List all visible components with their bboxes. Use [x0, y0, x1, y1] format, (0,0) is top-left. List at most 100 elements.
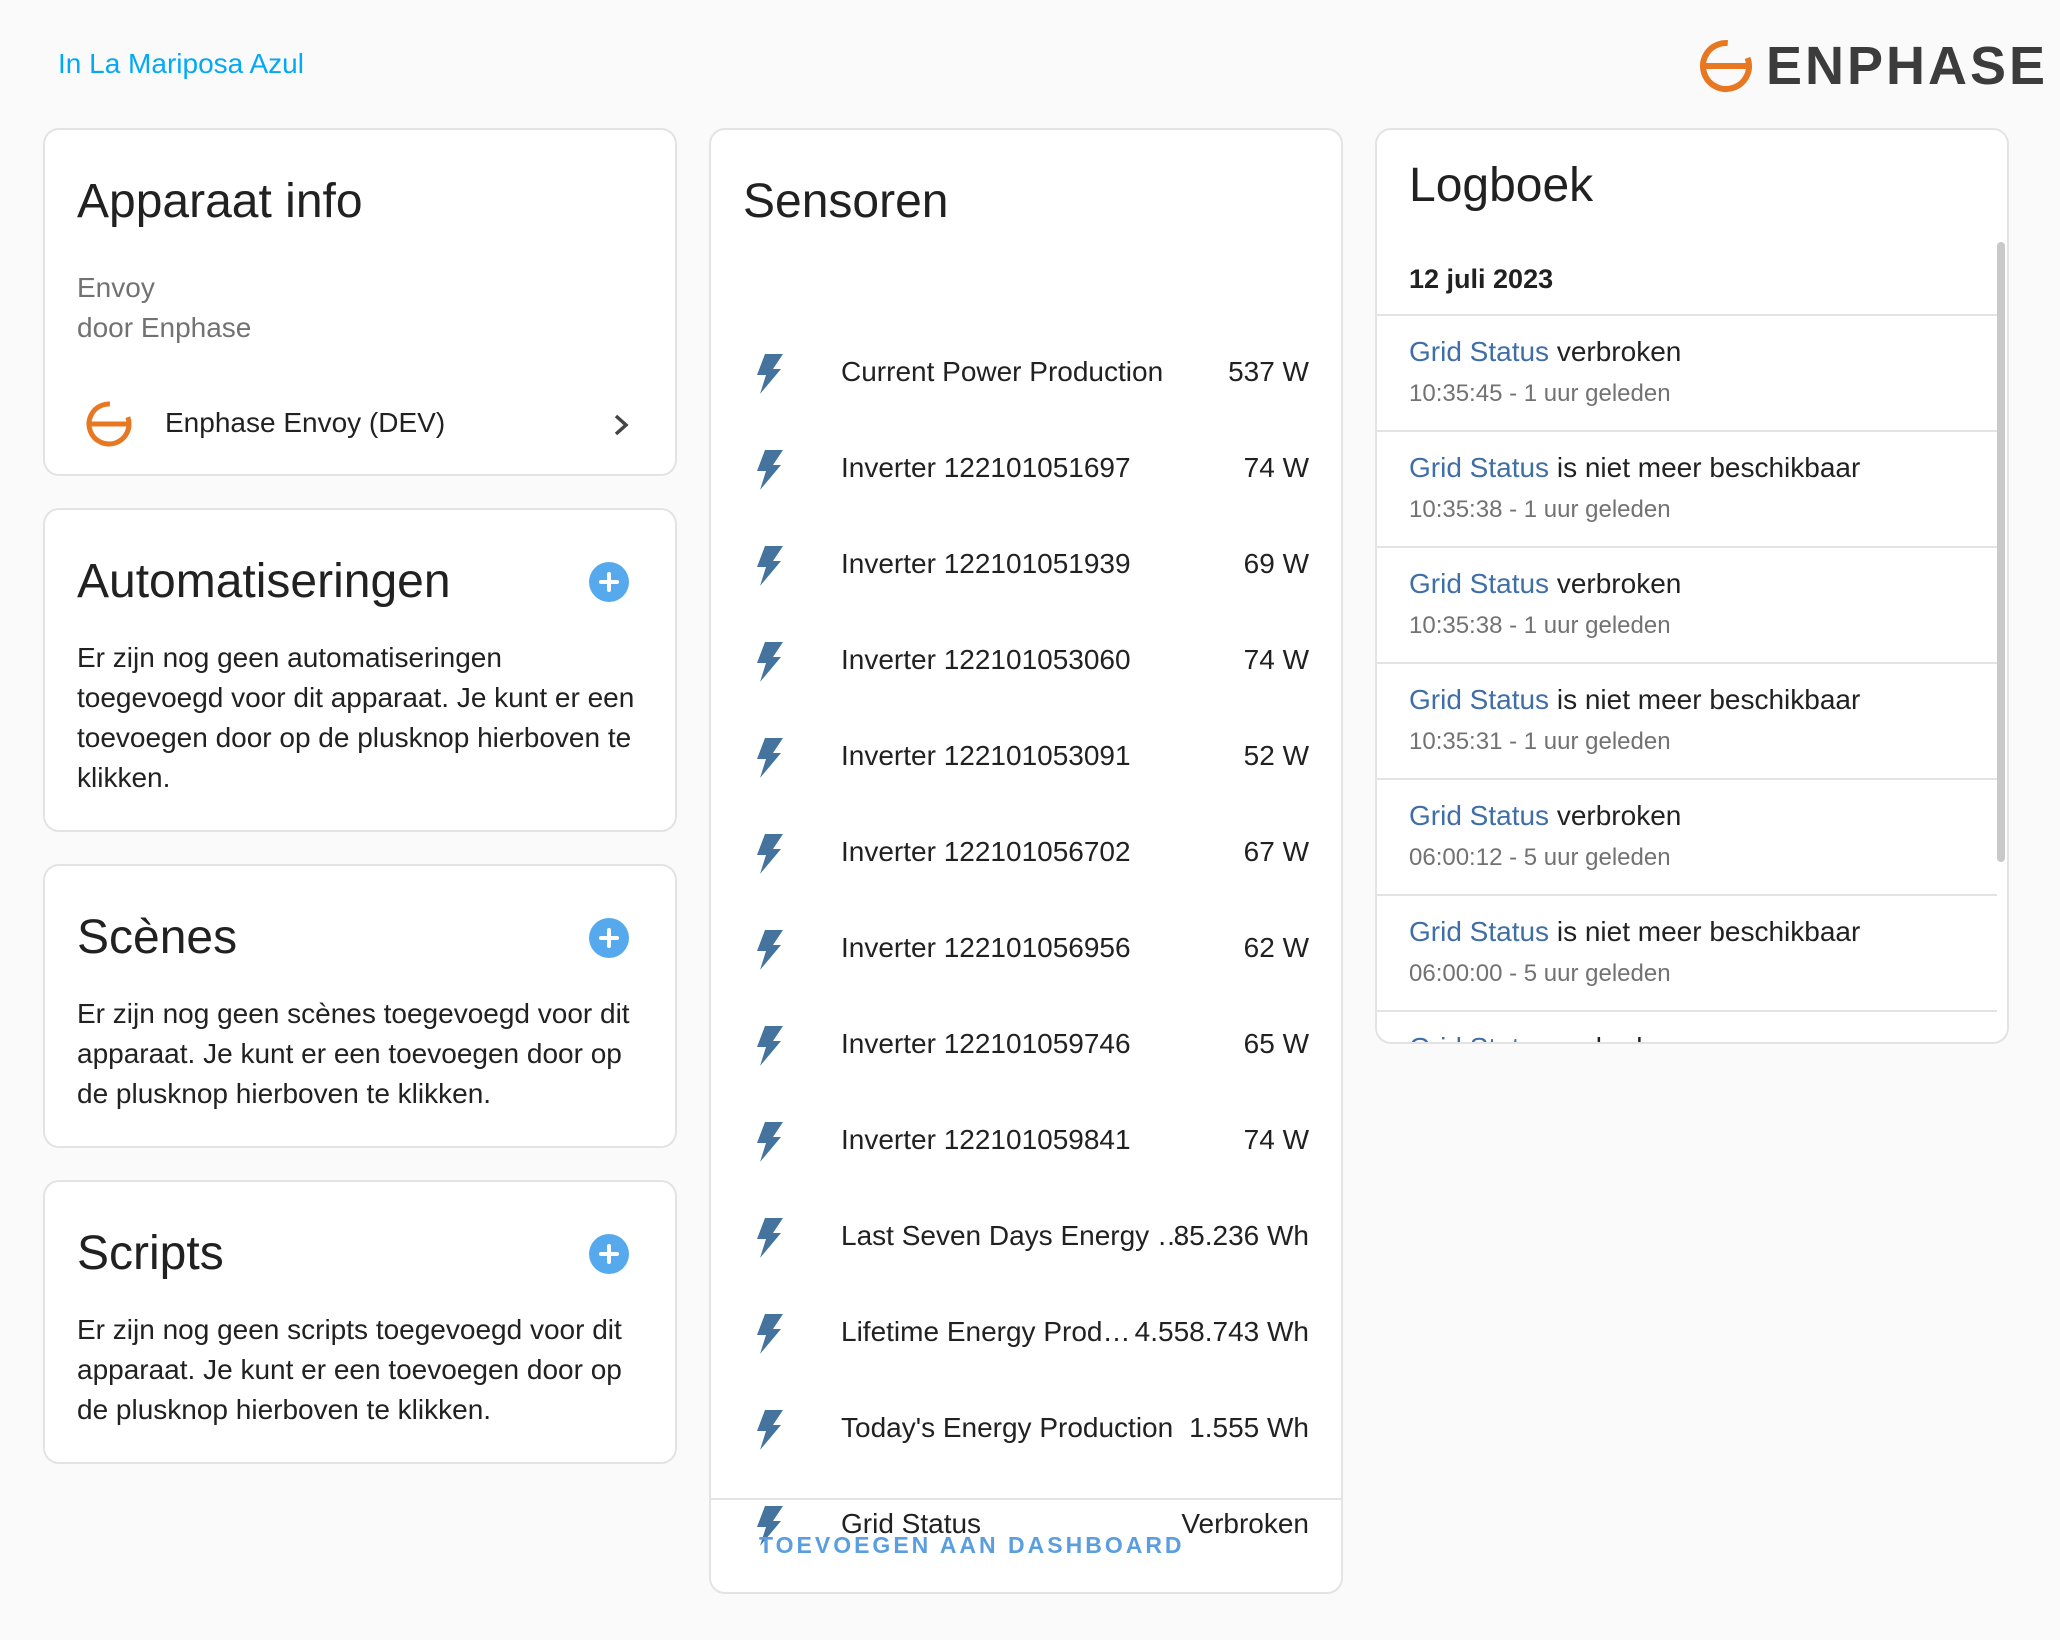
card-title: Logboek — [1409, 159, 1594, 212]
sensor-name: Inverter 122101053091 — [841, 740, 1131, 771]
flash-icon — [757, 930, 783, 970]
log-entity-link[interactable]: Grid Status — [1409, 916, 1549, 947]
sensor-value: 4.558.743 Wh — [1134, 1316, 1309, 1347]
scenes-empty-text: Er zijn nog geen scènes toegevoegd voor … — [77, 994, 630, 1114]
log-entity-link[interactable]: Grid Status — [1409, 1032, 1549, 1042]
add-script-button[interactable] — [589, 1234, 629, 1274]
sensor-row[interactable]: Inverter 122101053091 52 W — [711, 708, 1341, 804]
device-link[interactable]: Enphase Envoy (DEV) — [45, 385, 675, 465]
text-line: Er zijn nog geen automatiseringen — [77, 642, 502, 673]
log-entity-link[interactable]: Grid Status — [1409, 568, 1549, 599]
scripts-card: Scripts Er zijn nog geen scripts toegevo… — [43, 1180, 677, 1464]
area-link[interactable]: In La Mariposa Azul — [58, 48, 304, 80]
sensor-name: Inverter 122101056702 — [841, 836, 1131, 867]
sensor-row[interactable]: Inverter 122101056702 67 W — [711, 804, 1341, 900]
text-line: toevoegen door op de plusknop hierboven … — [77, 722, 632, 753]
add-to-dashboard-button[interactable]: TOEVOEGEN AAN DASHBOARD — [759, 1532, 1185, 1559]
chevron-right-icon — [614, 414, 629, 436]
log-entity-link[interactable]: Grid Status — [1409, 336, 1549, 367]
sensor-row[interactable]: Inverter 122101056956 62 W — [711, 900, 1341, 996]
sensor-value: 74 W — [1243, 452, 1309, 483]
sensor-name: Inverter 122101053060 — [841, 644, 1131, 675]
log-message: Grid Status is niet meer beschikbaar — [1409, 452, 1860, 484]
automations-card: Automatiseringen Er zijn nog geen automa… — [43, 508, 677, 832]
log-date: 12 juli 2023 — [1409, 264, 1554, 294]
log-entry: Grid Status is niet meer beschikbaar 10:3… — [1377, 662, 1997, 778]
sensor-row[interactable]: Today's Energy Production 1.555 Wh — [711, 1380, 1341, 1476]
sensor-value: 85.236 Wh — [1173, 1220, 1309, 1251]
log-message: Grid Status verbroken — [1409, 1032, 1682, 1042]
divider — [711, 1498, 1341, 1500]
flash-icon — [757, 450, 783, 490]
card-title: Apparaat info — [77, 175, 363, 228]
log-entry: Grid Status verbroken 10:35:38 - 1 uur ge… — [1377, 546, 1997, 662]
log-message: Grid Status verbroken — [1409, 336, 1681, 368]
sensor-value: 74 W — [1243, 644, 1309, 675]
logbook-card: Logboek 12 juli 2023 Grid Status verbrok… — [1375, 128, 2009, 1044]
sensor-value: 65 W — [1243, 1028, 1309, 1059]
log-entity-link[interactable]: Grid Status — [1409, 452, 1549, 483]
sensor-row[interactable]: Lifetime Energy Prod… 4.558.743 Wh — [711, 1284, 1341, 1380]
text-line: de plusknop hierboven te klikken. — [77, 1394, 492, 1425]
card-title: Sensoren — [743, 175, 949, 228]
log-message: Grid Status verbroken — [1409, 568, 1681, 600]
sensor-row[interactable]: Inverter 122101051697 74 W — [711, 420, 1341, 516]
sensor-value: 537 W — [1228, 356, 1309, 387]
log-time: 10:35:38 - 1 uur geleden — [1409, 612, 1671, 639]
device-model: Envoy — [77, 272, 155, 303]
text-line: apparaat. Je kunt er een toevoegen door … — [77, 1354, 622, 1385]
log-message-text: is niet meer beschikbaar — [1549, 452, 1861, 483]
scrollbar[interactable] — [1997, 242, 2005, 862]
log-entry: Grid Status verbroken 10:35:45 - 1 uur ge… — [1377, 314, 1997, 430]
flash-icon — [757, 642, 783, 682]
log-entity-link[interactable]: Grid Status — [1409, 800, 1549, 831]
text-line: de plusknop hierboven te klikken. — [77, 1078, 492, 1109]
flash-icon — [757, 354, 783, 394]
add-scene-button[interactable] — [589, 918, 629, 958]
flash-icon — [757, 738, 783, 778]
add-automation-button[interactable] — [589, 562, 629, 602]
log-entity-link[interactable]: Grid Status — [1409, 684, 1549, 715]
flash-icon — [757, 834, 783, 874]
automations-empty-text: Er zijn nog geen automatiseringen toegev… — [77, 638, 634, 798]
sensor-value: 62 W — [1243, 932, 1309, 963]
sensor-row[interactable]: Inverter 122101059746 65 W — [711, 996, 1341, 1092]
text-line: apparaat. Je kunt er een toevoegen door … — [77, 1038, 622, 1069]
sensor-name: Lifetime Energy Prod… — [841, 1316, 1131, 1347]
sensor-value: 67 W — [1243, 836, 1309, 867]
device-info-card: Apparaat info Envoy door Enphase Enphase… — [43, 128, 677, 476]
sensor-value: 69 W — [1243, 548, 1309, 579]
enphase-logo-icon — [1700, 40, 1752, 92]
log-message-text: verbroken — [1549, 800, 1682, 831]
brand-name: ENPHASE — [1766, 36, 2049, 96]
log-message-text: verbroken — [1549, 1032, 1682, 1042]
sensor-name: Last Seven Days Energy … — [841, 1220, 1185, 1251]
flash-icon — [757, 546, 783, 586]
sensor-value: 1.555 Wh — [1189, 1412, 1309, 1443]
sensor-row[interactable]: Inverter 122101059841 74 W — [711, 1092, 1341, 1188]
sensor-name: Current Power Production — [841, 356, 1164, 387]
sensor-name: Inverter 122101059841 — [841, 1124, 1131, 1155]
log-message: Grid Status is niet meer beschikbaar — [1409, 916, 1860, 948]
log-time: 10:35:31 - 1 uur geleden — [1409, 728, 1671, 755]
flash-icon — [757, 1122, 783, 1162]
log-message-text: verbroken — [1549, 336, 1682, 367]
brand-logo: ENPHASE — [1698, 36, 2048, 96]
scenes-card: Scènes Er zijn nog geen scènes toegevoeg… — [43, 864, 677, 1148]
sensor-row[interactable]: Current Power Production 537 W — [711, 324, 1341, 420]
text-line: toegevoegd voor dit apparaat. Je kunt er… — [77, 682, 635, 713]
card-title: Scripts — [77, 1227, 224, 1280]
device-manufacturer: door Enphase — [77, 312, 252, 343]
log-message-text: verbroken — [1549, 568, 1682, 599]
sensor-name: Inverter 122101059746 — [841, 1028, 1131, 1059]
log-time: 06:00:00 - 5 uur geleden — [1409, 960, 1671, 987]
log-time: 10:35:38 - 1 uur geleden — [1409, 496, 1671, 523]
flash-icon — [757, 1410, 783, 1450]
sensor-row[interactable]: Inverter 122101053060 74 W — [711, 612, 1341, 708]
log-entry: Grid Status verbroken 06:00:12 - 5 uur ge… — [1377, 778, 1997, 894]
log-entry: Grid Status is niet meer beschikbaar 10:3… — [1377, 430, 1997, 546]
sensor-row[interactable]: Inverter 122101051939 69 W — [711, 516, 1341, 612]
sensor-row[interactable]: Last Seven Days Energy … 85.236 Wh — [711, 1188, 1341, 1284]
card-title: Scènes — [77, 911, 238, 964]
card-title: Automatiseringen — [77, 555, 451, 608]
